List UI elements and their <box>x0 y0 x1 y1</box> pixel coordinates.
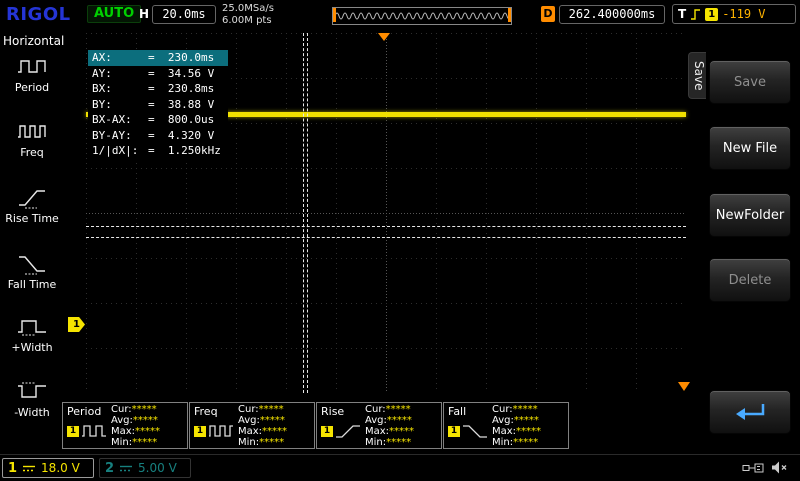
horizontal-label: H <box>139 7 150 21</box>
menu-tab: Save <box>688 52 706 100</box>
freq-icon <box>18 125 46 138</box>
ch1-ground-marker[interactable]: 1 <box>68 317 85 332</box>
delay-badge: D <box>541 6 555 22</box>
trigger-label: T <box>678 7 687 21</box>
channel-badge: 1 <box>194 425 206 437</box>
run-status-badge: AUTO <box>87 5 142 23</box>
speaker-muted-icon <box>772 461 787 474</box>
measurement-stats: Cur:***** Avg:***** Max:***** Min:***** <box>238 404 288 448</box>
sidebar-item-label: +Width <box>11 341 53 354</box>
memory-waveform-path <box>334 12 510 20</box>
delete-button[interactable]: Delete <box>709 258 791 302</box>
measurement-fall[interactable]: Fall 1 Cur:***** Avg:***** Max:***** Min… <box>443 402 569 449</box>
cursor-row: AY: = 34.56 V <box>92 66 215 80</box>
trigger-level-value: -119 V <box>722 7 766 21</box>
channel-scale: 18.0 V <box>41 461 80 475</box>
sidebar-title: Horizontal <box>3 34 65 48</box>
ch1-coupling-icon <box>23 465 36 471</box>
trigger-position-marker[interactable] <box>378 33 390 41</box>
sidebar-item-plus-width[interactable]: +Width <box>0 316 64 354</box>
measurement-period[interactable]: Period 1 Cur:***** Avg:***** Max:***** M… <box>62 402 188 449</box>
sidebar-item-label: -Width <box>14 406 50 419</box>
sidebar-item-label: Rise Time <box>5 212 59 225</box>
sidebar-item-freq[interactable]: Freq <box>0 121 64 159</box>
channel-2-indicator[interactable]: 2 5.00 V <box>99 458 191 478</box>
channel-number: 1 <box>8 460 18 476</box>
cursor-row: 1/|dX|: = 1.250kHz <box>92 144 221 157</box>
measurement-title: Fall <box>448 405 467 418</box>
period-icon <box>18 60 46 73</box>
delay-value[interactable]: 262.400000ms <box>559 5 665 24</box>
save-button[interactable]: Save <box>709 60 791 104</box>
memory-window-bracket-left <box>333 8 336 22</box>
timebase-value[interactable]: 20.0ms <box>152 5 216 24</box>
fall-icon <box>463 425 487 438</box>
cursor-row: BY: = 38.88 V <box>92 97 215 111</box>
measurement-stats: Cur:***** Avg:***** Max:***** Min:***** <box>111 404 161 448</box>
period-icon <box>82 425 106 437</box>
bottom-bar: 1 18.0 V 2 5.00 V <box>0 454 800 481</box>
sidebar-item-period[interactable]: Period <box>0 56 64 94</box>
new-file-button[interactable]: New File <box>709 126 791 170</box>
ch2-coupling-icon <box>120 465 133 471</box>
freq-icon <box>209 425 233 437</box>
cursor-ay-line[interactable] <box>86 226 686 227</box>
measurement-title: Freq <box>194 405 218 418</box>
trigger-slope-icon <box>691 8 701 20</box>
channel-badge: 1 <box>321 425 333 437</box>
usb-icon <box>742 463 764 473</box>
measurement-rise[interactable]: Rise 1 Cur:***** Avg:***** Max:***** Min… <box>316 402 442 449</box>
cursor-row: BX: = 230.8ms <box>92 82 215 95</box>
measurement-title: Period <box>67 405 102 418</box>
rise-icon <box>336 425 360 438</box>
sample-rate: 25.0MSa/s <box>222 3 274 14</box>
cursor-row: AX: = 230.0ms <box>88 50 228 66</box>
cursor-ax-line[interactable] <box>303 33 304 393</box>
cursor-by-line[interactable] <box>86 237 686 238</box>
measurement-stats: Cur:***** Avg:***** Max:***** Min:***** <box>492 404 542 448</box>
sidebar-item-fall-time[interactable]: Fall Time <box>0 253 64 291</box>
acquisition-info: 25.0MSa/s 6.00M pts <box>222 3 274 27</box>
trigger-level-marker[interactable] <box>678 382 690 391</box>
minus-width-icon <box>18 382 46 398</box>
new-folder-button[interactable]: NewFolder <box>709 193 791 237</box>
rise-time-icon <box>19 190 45 209</box>
trigger-info[interactable]: T 1 -119 V <box>672 4 796 24</box>
cursor-row: BX-AX: = 800.0us <box>92 113 215 126</box>
channel-badge: 1 <box>67 425 79 437</box>
sidebar-item-minus-width[interactable]: -Width <box>0 381 64 419</box>
top-bar: RIGOL AUTO H 20.0ms 25.0MSa/s 6.00M pts … <box>0 0 800 30</box>
channel-number: 2 <box>105 460 115 476</box>
trigger-source-badge: 1 <box>705 7 719 21</box>
memory-depth: 6.00M pts <box>222 15 272 26</box>
cursor-row: BY-AY: = 4.320 V <box>92 128 215 142</box>
graticule: AX: = 230.0ms AY: = 34.56 V BX: = 230.8ms B… <box>86 33 690 393</box>
channel-scale: 5.00 V <box>138 461 177 475</box>
channel-badge: 1 <box>448 425 460 437</box>
measurement-title: Rise <box>321 405 345 418</box>
rigol-logo: RIGOL <box>6 4 71 25</box>
plus-width-icon <box>18 320 46 336</box>
measurement-freq[interactable]: Freq 1 Cur:***** Avg:***** Max:***** Min… <box>189 402 315 449</box>
fall-time-icon <box>19 256 45 275</box>
channel-1-indicator[interactable]: 1 18.0 V <box>2 458 94 478</box>
memory-position-bar[interactable] <box>332 7 512 25</box>
sidebar-item-label: Period <box>14 81 50 94</box>
cursor-bx-line[interactable] <box>307 33 308 393</box>
memory-window-bracket-right <box>508 8 511 22</box>
sidebar-item-label: Fall Time <box>7 278 57 291</box>
sidebar-item-rise-time[interactable]: Rise Time <box>0 187 64 225</box>
return-arrow-icon <box>736 404 765 420</box>
back-button[interactable] <box>709 390 791 434</box>
measurement-stats: Cur:***** Avg:***** Max:***** Min:***** <box>365 404 415 448</box>
sidebar-item-label: Freq <box>20 146 44 159</box>
soft-menu: Save Save New File NewFolder Delete <box>688 30 800 455</box>
cursor-readout: AX: = 230.0ms AY: = 34.56 V BX: = 230.8ms B… <box>88 50 228 159</box>
